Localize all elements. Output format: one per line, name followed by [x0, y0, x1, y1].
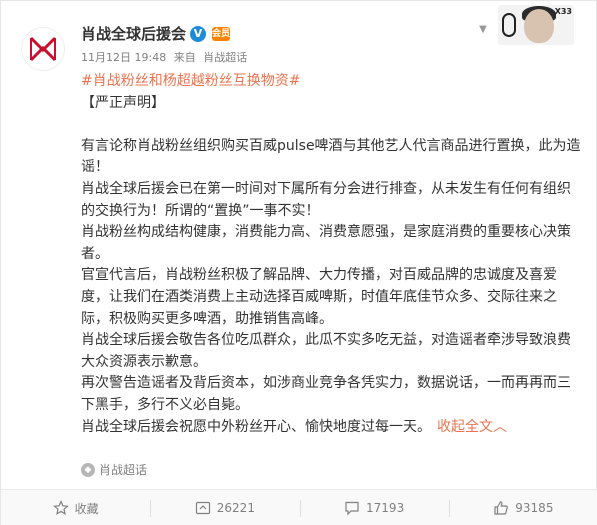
corner-tag: X33: [554, 7, 572, 16]
author-name[interactable]: 肖战全球后援会: [81, 23, 186, 44]
paragraph: 肖战全球后援会敬告各位吃瓜群众，此瓜不实多吃无益，对造谣者牵涉导致浪费大众资源表…: [81, 332, 571, 370]
paragraph: 【严正声明】: [81, 94, 165, 111]
repost-icon: [195, 501, 210, 515]
paragraph: 有言论称肖战粉丝组织购买百威pulse啤酒与其他艺人代言商品进行置换，此为造谣！: [81, 137, 581, 176]
supertopic-icon: ◆: [81, 462, 95, 477]
repost-count: 26221: [216, 501, 255, 515]
favorite-label: 收藏: [74, 501, 99, 516]
post-meta: 11月12日 19:48 来自 肖战超话: [81, 49, 251, 65]
paragraph: 肖战全球后援会已在第一时间对下属所有分会进行排查，从未发生有任何有组织的交换行为…: [81, 180, 571, 219]
author-avatar[interactable]: [21, 27, 65, 71]
supertopic-label: 肖战超话: [99, 463, 148, 477]
like-count: 93185: [515, 501, 554, 515]
paragraph-last: 肖战全球后援会祝愿中外粉丝开心、愉快地度过每一天。 收起全文︿: [81, 418, 507, 435]
fan-club-logo-icon: [29, 36, 57, 62]
comment-icon: [345, 501, 359, 516]
like-button[interactable]: 93185: [448, 490, 597, 525]
comment-count: 17193: [366, 501, 405, 515]
star-icon: [52, 500, 69, 516]
hashtag-link[interactable]: #肖战粉丝和杨超越粉丝互换物资#: [81, 73, 300, 89]
favorite-button[interactable]: 收藏: [1, 490, 150, 525]
post-date[interactable]: 11月12日 19:48: [81, 51, 166, 64]
member-badge-icon[interactable]: 会员: [212, 26, 230, 41]
thumbs-up-icon: [494, 501, 509, 515]
paragraph: 肖战粉丝构成结构健康，消费能力高、消费意愿强，是家庭消费的重要核心决策者。: [81, 224, 571, 262]
paragraph: 再次警告造谣者及背后资本，如涉商业竞争各凭实力，数据说话，一而再再而三下黑手，多…: [81, 375, 571, 413]
chevron-up-icon: ︿: [493, 418, 507, 435]
collapse-fulltext-link[interactable]: 收起全文︿: [437, 419, 507, 435]
verified-icon: V: [190, 25, 207, 42]
comment-button[interactable]: 17193: [299, 490, 449, 525]
weibo-post-card: 肖战全球后援会 V 会员 11月12日 19:48 来自 肖战超话 ▼ X33 …: [0, 0, 597, 525]
paragraph: 官宣代言后，肖战粉丝积极了解品牌、大力传播，对百威品牌的忠诚度及喜爱度，让我们在…: [81, 267, 557, 327]
corner-portrait-image: X33: [498, 5, 574, 45]
post-content: #肖战粉丝和杨超越粉丝互换物资# 【严正声明】 有言论称肖战粉丝组织购买百威pu…: [81, 71, 581, 438]
chevron-down-icon[interactable]: ▼: [476, 23, 490, 37]
via-source[interactable]: 肖战超话: [203, 51, 247, 64]
supertopic-source[interactable]: ◆ 肖战超话: [81, 461, 147, 478]
via-prefix: 来自: [173, 51, 196, 64]
logo-mark-icon: [502, 13, 516, 37]
repost-button[interactable]: 26221: [150, 490, 299, 525]
action-bar: 收藏 26221 17193 93185: [1, 489, 597, 525]
author-row: 肖战全球后援会 V 会员: [81, 23, 230, 44]
